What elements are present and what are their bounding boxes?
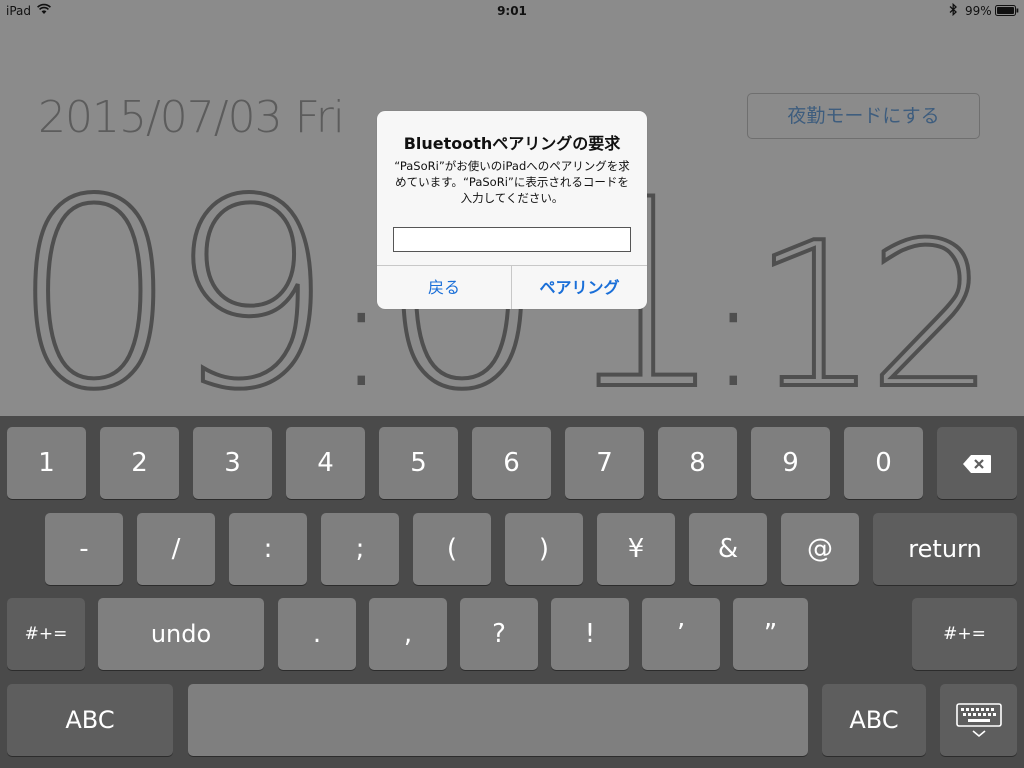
- key-9[interactable]: 9: [751, 427, 830, 499]
- symbols-key-right[interactable]: #+=: [912, 598, 1017, 670]
- key-quote[interactable]: ”: [733, 598, 808, 670]
- night-mode-button[interactable]: 夜勤モードにする: [747, 93, 980, 139]
- key-close-paren[interactable]: ): [505, 513, 583, 585]
- key-2[interactable]: 2: [100, 427, 179, 499]
- key-colon[interactable]: :: [229, 513, 307, 585]
- battery-icon: [995, 5, 1019, 19]
- key-question[interactable]: ?: [460, 598, 538, 670]
- abc-key-left[interactable]: ABC: [7, 684, 173, 756]
- key-1[interactable]: 1: [7, 427, 86, 499]
- status-time: 9:01: [497, 4, 527, 18]
- key-yen[interactable]: ¥: [597, 513, 675, 585]
- status-bar: iPad 9:01 99%: [0, 0, 1024, 22]
- key-open-paren[interactable]: (: [413, 513, 491, 585]
- hide-keyboard-key[interactable]: [940, 684, 1017, 756]
- key-semicolon[interactable]: ;: [321, 513, 399, 585]
- symbols-key-left[interactable]: #+=: [7, 598, 85, 670]
- clock-digit: 2: [868, 200, 995, 416]
- key-ampersand[interactable]: &: [689, 513, 767, 585]
- pairing-code-input[interactable]: [393, 227, 631, 252]
- hide-keyboard-icon: [955, 702, 1002, 739]
- key-3[interactable]: 3: [193, 427, 272, 499]
- key-5[interactable]: 5: [379, 427, 458, 499]
- key-comma[interactable]: ,: [369, 598, 447, 670]
- key-exclamation[interactable]: !: [551, 598, 629, 670]
- key-apostrophe[interactable]: ’: [642, 598, 720, 670]
- key-at[interactable]: @: [781, 513, 859, 585]
- undo-key[interactable]: undo: [98, 598, 264, 670]
- keyboard: 1 2 3 4 5 6 7 8 9 0 - / : ; ( ) ¥ & @ re…: [0, 416, 1024, 768]
- back-button[interactable]: 戻る: [377, 266, 512, 309]
- clock-digit: 1: [752, 200, 879, 416]
- delete-key[interactable]: [937, 427, 1017, 499]
- return-key[interactable]: return: [873, 513, 1017, 585]
- dialog-message: “PaSoRi”がお使いのiPadへのペアリングを求めています。“PaSoRi”…: [394, 159, 630, 205]
- delete-icon: [962, 454, 992, 474]
- key-8[interactable]: 8: [658, 427, 737, 499]
- clock-digit: 0: [12, 180, 177, 416]
- battery-percent: 99%: [965, 4, 992, 18]
- key-7[interactable]: 7: [565, 427, 644, 499]
- key-slash[interactable]: /: [137, 513, 215, 585]
- bluetooth-icon: [949, 2, 958, 19]
- abc-key-right[interactable]: ABC: [822, 684, 926, 756]
- key-hyphen[interactable]: -: [45, 513, 123, 585]
- key-4[interactable]: 4: [286, 427, 365, 499]
- pair-button[interactable]: ペアリング: [512, 266, 647, 309]
- screen: iPad 9:01 99% 2015/07/03 Fri 夜勤モードにする 0 …: [0, 0, 1024, 768]
- key-0[interactable]: 0: [844, 427, 923, 499]
- dialog-title: Bluetoothペアリングの要求: [403, 134, 621, 153]
- date-label: 2015/07/03 Fri: [38, 92, 345, 143]
- key-6[interactable]: 6: [472, 427, 551, 499]
- key-period[interactable]: .: [278, 598, 356, 670]
- clock-digit: 9: [168, 180, 333, 416]
- bluetooth-pairing-dialog: Bluetoothペアリングの要求 “PaSoRi”がお使いのiPadへのペアリ…: [377, 111, 647, 309]
- clock-digit: :: [708, 247, 759, 416]
- dialog-button-bar: 戻る ペアリング: [377, 265, 647, 309]
- space-key[interactable]: [188, 684, 808, 756]
